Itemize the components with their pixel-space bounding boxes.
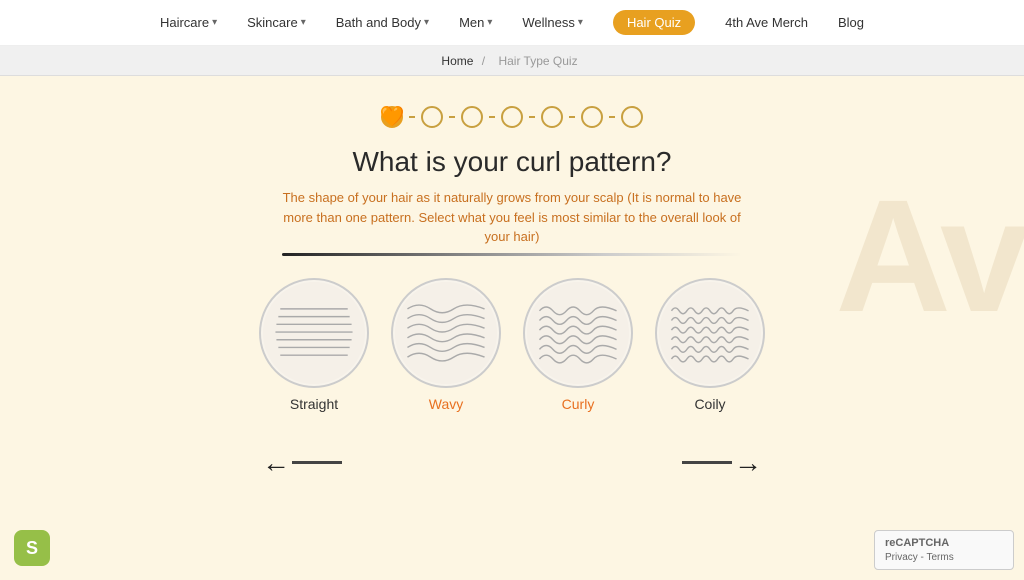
- shopify-badge[interactable]: S: [14, 530, 50, 566]
- chevron-down-icon: ▾: [212, 17, 217, 28]
- back-button[interactable]: ←: [262, 447, 344, 479]
- option-curly[interactable]: Curly: [523, 278, 633, 412]
- option-circle-straight: [259, 278, 369, 388]
- question-subtitle: The shape of your hair as it naturally g…: [272, 188, 752, 247]
- progress-dot-4: [501, 106, 523, 128]
- progress-dots: 🧡: [381, 106, 643, 128]
- nav-merch[interactable]: 4th Ave Merch: [725, 15, 808, 30]
- nav-haircare[interactable]: Haircare ▾: [160, 15, 217, 30]
- recaptcha-badge: reCAPTCHA Privacy - Terms: [874, 530, 1014, 570]
- watermark-text: Av: [835, 176, 1024, 336]
- option-coily[interactable]: Coily: [655, 278, 765, 412]
- main-content: Av 🧡 What is your curl pattern? The shap…: [0, 76, 1024, 499]
- next-button[interactable]: →: [680, 447, 762, 479]
- option-circle-coily: [655, 278, 765, 388]
- nav-hair-quiz[interactable]: Hair Quiz: [613, 10, 695, 35]
- breadcrumb-home[interactable]: Home: [441, 54, 473, 68]
- option-label-coily: Coily: [694, 396, 725, 412]
- option-straight[interactable]: Straight: [259, 278, 369, 412]
- left-arrow-icon: ←: [262, 447, 290, 479]
- progress-dot-2: [421, 106, 443, 128]
- progress-dot-7: [621, 106, 643, 128]
- chevron-down-icon: ▾: [487, 17, 492, 28]
- quiz-nav-arrows: ← →: [262, 447, 762, 479]
- navigation: Haircare ▾ Skincare ▾ Bath and Body ▾ Me…: [0, 0, 1024, 46]
- option-circle-curly: [523, 278, 633, 388]
- recaptcha-title: reCAPTCHA: [885, 537, 1003, 549]
- nav-wellness[interactable]: Wellness ▾: [522, 15, 583, 30]
- breadcrumb: Home / Hair Type Quiz: [0, 46, 1024, 76]
- right-arrow-icon: →: [734, 447, 762, 479]
- dot-connector: [529, 116, 535, 118]
- nav-skincare[interactable]: Skincare ▾: [247, 15, 306, 30]
- breadcrumb-separator: /: [478, 54, 488, 68]
- progress-dot-3: [461, 106, 483, 128]
- recaptcha-links: Privacy - Terms: [885, 552, 1003, 563]
- option-label-wavy: Wavy: [429, 396, 463, 412]
- question-title: What is your curl pattern?: [352, 146, 671, 178]
- progress-dot-6: [581, 106, 603, 128]
- dot-connector: [569, 116, 575, 118]
- arrow-line-right: [682, 461, 732, 464]
- option-circle-wavy: [391, 278, 501, 388]
- progress-dot-5: [541, 106, 563, 128]
- dot-connector: [409, 116, 415, 118]
- progress-dot-1: 🧡: [381, 106, 403, 128]
- option-label-straight: Straight: [290, 396, 338, 412]
- dot-connector: [609, 116, 615, 118]
- nav-bath-body[interactable]: Bath and Body ▾: [336, 15, 429, 30]
- dot-connector: [449, 116, 455, 118]
- options-row: Straight Wavy: [259, 278, 765, 412]
- option-label-curly: Curly: [562, 396, 595, 412]
- arrow-line-left: [292, 461, 342, 464]
- dot-connector: [489, 116, 495, 118]
- breadcrumb-current: Hair Type Quiz: [498, 54, 577, 68]
- chevron-down-icon: ▾: [424, 17, 429, 28]
- decorative-line: [282, 253, 742, 256]
- option-wavy[interactable]: Wavy: [391, 278, 501, 412]
- chevron-down-icon: ▾: [578, 17, 583, 28]
- nav-men[interactable]: Men ▾: [459, 15, 492, 30]
- chevron-down-icon: ▾: [301, 17, 306, 28]
- nav-blog[interactable]: Blog: [838, 15, 864, 30]
